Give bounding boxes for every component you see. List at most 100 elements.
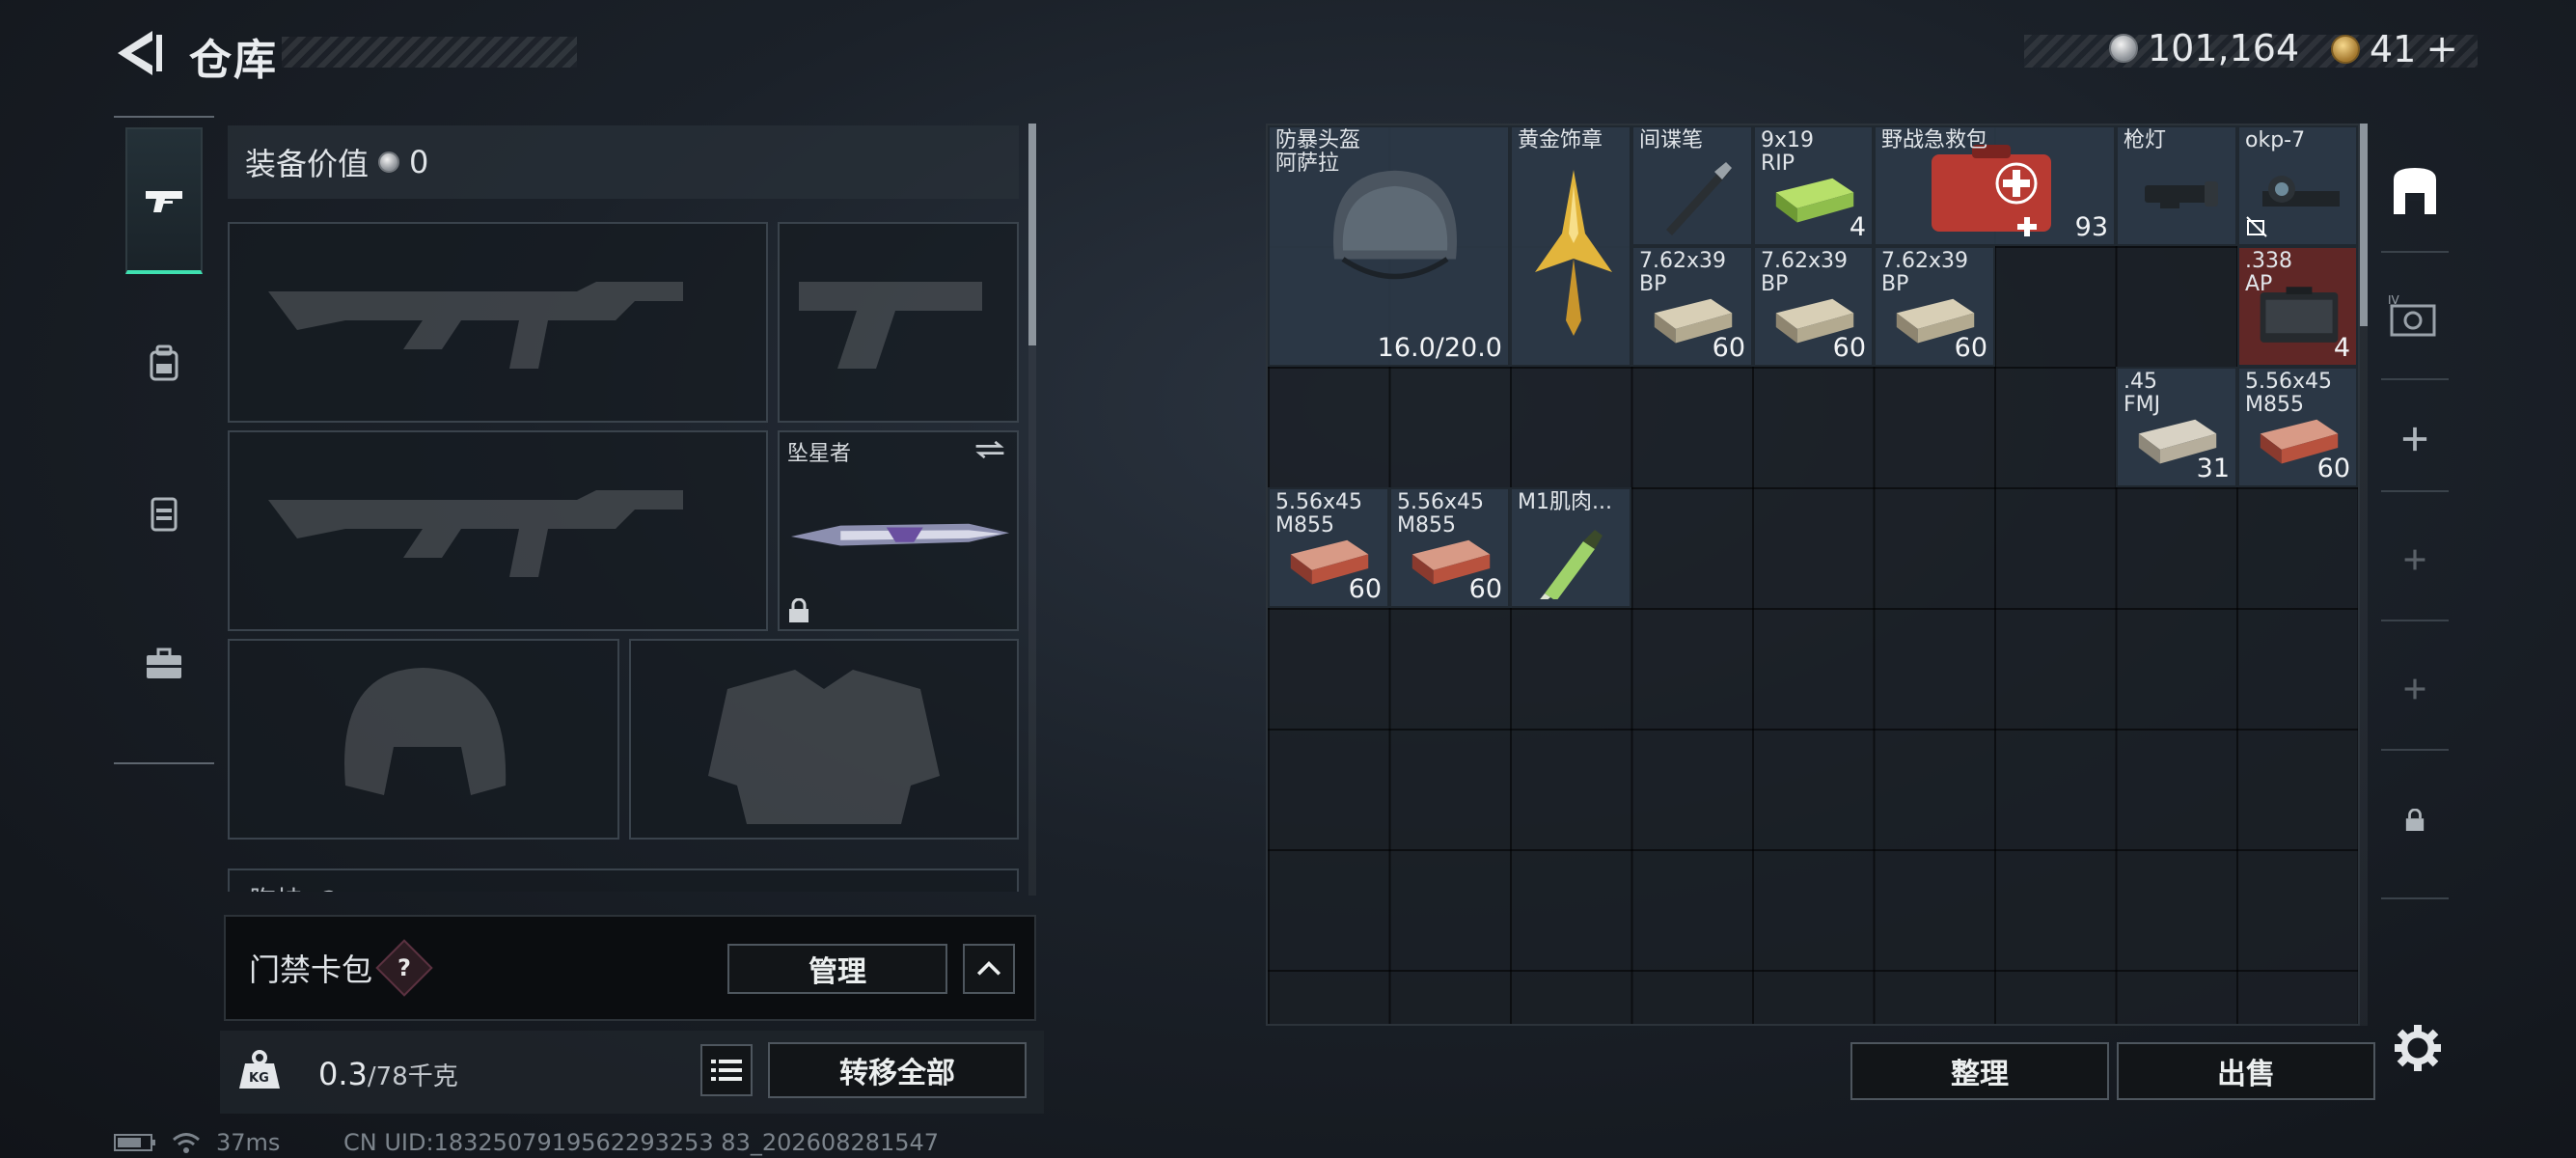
item-name: 黄金饰章	[1518, 128, 1603, 152]
weight-kg-icon: KG	[237, 1048, 282, 1092]
storage-item-556-ammo[interactable]: 5.56x45 M855 60	[1268, 487, 1389, 608]
manage-button[interactable]: 管理	[727, 944, 947, 994]
transfer-all-button[interactable]: 转移全部	[768, 1042, 1027, 1098]
tab-main-storage[interactable]	[2371, 143, 2458, 239]
tab-add-storage-locked[interactable]	[2371, 531, 2458, 589]
nav-toolbox[interactable]	[125, 591, 203, 737]
help-glyph: ?	[397, 953, 411, 981]
item-name: M1肌肉...	[1518, 490, 1612, 514]
tab-separator	[2381, 897, 2449, 899]
page-title: 仓库	[189, 36, 278, 85]
add-currency-icon[interactable]: +	[2425, 27, 2458, 71]
list-view-button[interactable]	[700, 1044, 753, 1096]
helmet-slot[interactable]	[228, 639, 619, 840]
storage-item-weapon-light[interactable]: 枪灯	[2116, 125, 2237, 246]
storage-item-gold-emblem[interactable]: 黄金饰章	[1510, 125, 1631, 367]
storage-scroll-thumb[interactable]	[2360, 124, 2368, 326]
armor-slot[interactable]	[629, 639, 1019, 840]
organize-button[interactable]: 整理	[1850, 1042, 2109, 1100]
item-uses: 93	[2074, 212, 2108, 242]
nav-weapons[interactable]	[125, 127, 203, 274]
ping-value: 37ms	[216, 1129, 281, 1156]
gold-emblem-icon	[1535, 170, 1612, 336]
toolbox-icon	[147, 648, 181, 678]
storage-item-45-ammo[interactable]: .45 FMJ 31	[2116, 367, 2237, 487]
primary-weapon-slot[interactable]	[228, 222, 768, 423]
value-coin-icon	[378, 152, 400, 173]
tab-secure-container[interactable]: IV	[2371, 270, 2458, 367]
secondary-weapon-slot[interactable]	[778, 222, 1019, 423]
plus-icon	[2404, 549, 2425, 570]
settings-button[interactable]	[2393, 1023, 2443, 1073]
storage-item-338-ammo[interactable]: .338 AP 4	[2237, 246, 2358, 367]
item-name: 防暴头盔 阿萨拉	[1275, 128, 1361, 176]
item-count: 4	[1849, 212, 1866, 242]
item-count: 60	[1348, 574, 1382, 604]
chest-rig-text: 胸挂	[249, 885, 303, 892]
tab-add-storage[interactable]	[2371, 405, 2458, 473]
first-aid-kit-icon	[1932, 145, 2051, 232]
back-button[interactable]	[114, 29, 168, 77]
tab-separator	[2381, 749, 2449, 751]
storage-item-762-ammo[interactable]: 7.62x39 BP 60	[1631, 246, 1753, 367]
secondary-rifle-slot[interactable]	[228, 430, 768, 631]
storage-item-556-ammo[interactable]: 5.56x45 M855 60	[1389, 487, 1510, 608]
throwing-knife-icon	[790, 523, 1010, 546]
chest-rig-label: 胸挂 2	[249, 880, 339, 892]
storage-grid[interactable]: 防暴头盔 阿萨拉 16.0/20.0 黄金饰章 间谍笔 9x19 RIP 4 野…	[1266, 124, 2360, 1026]
tab-separator	[2381, 490, 2449, 492]
nav-backpack[interactable]	[125, 290, 203, 436]
storage-item-spy-pen[interactable]: 间谍笔	[1631, 125, 1753, 246]
storage-item-okp7-sight[interactable]: okp-7	[2237, 125, 2358, 246]
tab-locked[interactable]	[2371, 791, 2458, 849]
tab-add-storage-locked[interactable]	[2371, 660, 2458, 718]
item-count: 31	[2196, 454, 2230, 483]
silver-coin-icon	[2109, 34, 2138, 63]
item-name: 5.56x45 M855	[1275, 490, 1362, 538]
gold-currency[interactable]: 41 +	[2331, 27, 2458, 71]
expand-button[interactable]	[963, 944, 1015, 994]
item-name: 9x19 RIP	[1761, 128, 1815, 176]
category-nav	[114, 116, 214, 764]
plus-icon	[2402, 427, 2427, 452]
gear-icon	[2395, 1025, 2441, 1071]
plus-icon	[2404, 678, 2425, 700]
nav-vest[interactable]	[125, 440, 203, 587]
lock-icon	[2405, 809, 2425, 831]
storage-item-762-ammo[interactable]: 7.62x39 BP 60	[1874, 246, 1995, 367]
swap-icon[interactable]	[973, 438, 1007, 461]
help-icon[interactable]: ?	[375, 939, 433, 997]
spy-pen-icon	[1666, 162, 1732, 235]
loadout-panel: 装备价值 0 坠星者	[220, 120, 1040, 892]
chest-rig-slot[interactable]: 胸挂 2	[228, 868, 1019, 892]
tab-separator	[2381, 251, 2449, 253]
item-name: 枪灯	[2124, 128, 2167, 152]
weapon-light-icon	[2145, 181, 2218, 208]
storage-item-helmet[interactable]: 防暴头盔 阿萨拉 16.0/20.0	[1268, 125, 1510, 367]
loadout-scroll-thumb[interactable]	[1028, 124, 1036, 345]
battery-icon	[114, 1134, 155, 1151]
item-name: 5.56x45 M855	[1397, 490, 1484, 538]
sell-button[interactable]: 出售	[2117, 1042, 2375, 1100]
injector-icon	[1540, 530, 1603, 599]
equipment-value: 装备价值 0	[228, 125, 1019, 199]
storage-item-injector[interactable]: M1肌肉...	[1510, 487, 1631, 608]
container-iv-icon: IV	[2388, 294, 2436, 337]
melee-weapon-name: 坠星者	[787, 442, 852, 466]
equipment-value-label: 装备价值	[245, 146, 370, 182]
svg-text:IV: IV	[2388, 294, 2400, 307]
item-count: 60	[1468, 574, 1502, 604]
item-count: 60	[1954, 333, 1987, 363]
storage-item-762-ammo[interactable]: 7.62x39 BP 60	[1753, 246, 1874, 367]
wifi-icon	[173, 1133, 200, 1153]
rifle-silhouette-icon	[268, 282, 683, 369]
silver-currency: 101,164	[2109, 27, 2299, 69]
storage-item-9x19-ammo[interactable]: 9x19 RIP 4	[1753, 125, 1874, 246]
storage-item-first-aid-kit[interactable]: 野战急救包 93	[1874, 125, 2116, 246]
storage-item-556-ammo[interactable]: 5.56x45 M855 60	[2237, 367, 2358, 487]
item-name: 7.62x39 BP	[1639, 249, 1726, 296]
item-count: 60	[1712, 333, 1745, 363]
pistol-silhouette-icon	[799, 282, 982, 369]
melee-weapon-slot[interactable]: 坠星者	[778, 430, 1019, 631]
item-name: 7.62x39 BP	[1761, 249, 1848, 296]
